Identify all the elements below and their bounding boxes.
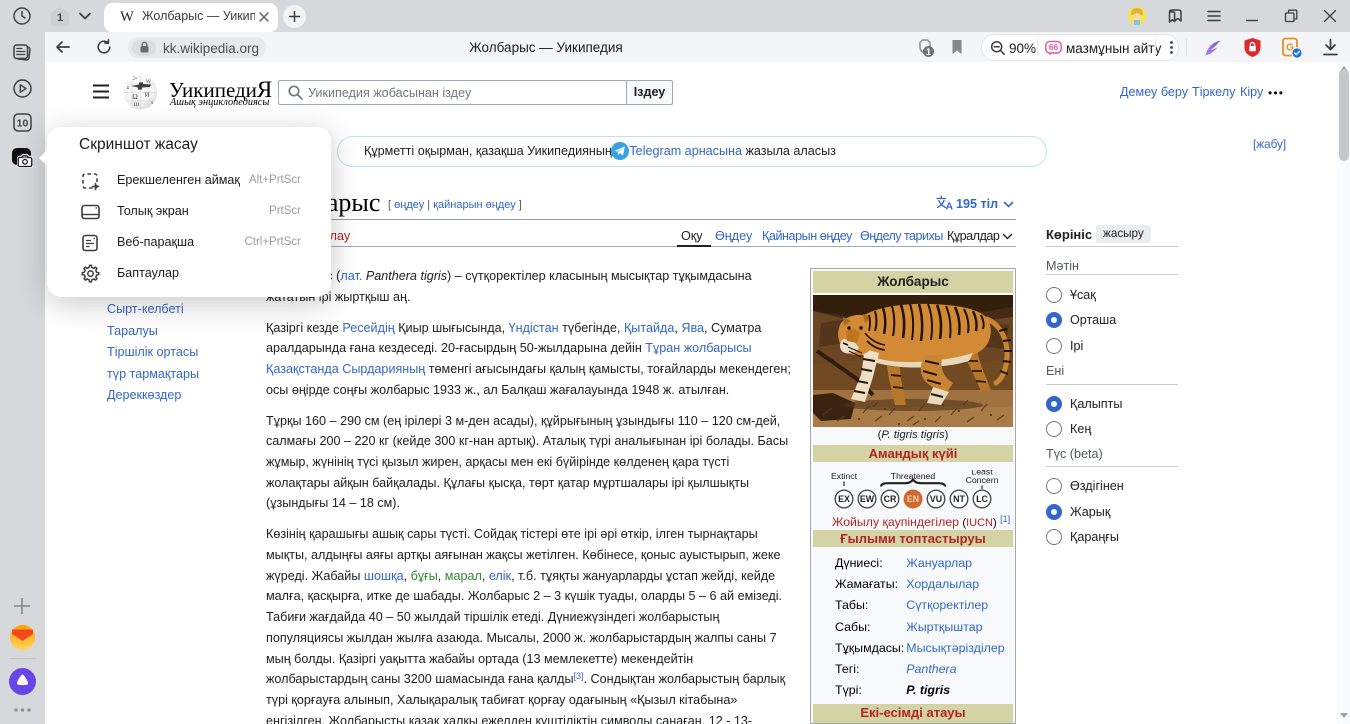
- svg-text:Concern: Concern: [966, 475, 999, 485]
- svg-text:NT: NT: [953, 494, 965, 504]
- svg-text:EW: EW: [860, 494, 875, 504]
- svg-text:A: A: [946, 201, 954, 212]
- svg-text:Extinct: Extinct: [831, 471, 858, 481]
- svg-text:И: И: [145, 92, 150, 99]
- svg-text:EX: EX: [838, 494, 850, 504]
- svg-text:VU: VU: [930, 494, 942, 504]
- svg-text:ע: ע: [127, 85, 130, 91]
- svg-text:Ш: Ш: [134, 102, 140, 108]
- svg-text:EN: EN: [907, 494, 919, 504]
- svg-text:Ω: Ω: [132, 92, 138, 101]
- svg-text:CR: CR: [884, 494, 897, 504]
- svg-text:LC: LC: [976, 494, 988, 504]
- svg-text:W: W: [146, 79, 152, 85]
